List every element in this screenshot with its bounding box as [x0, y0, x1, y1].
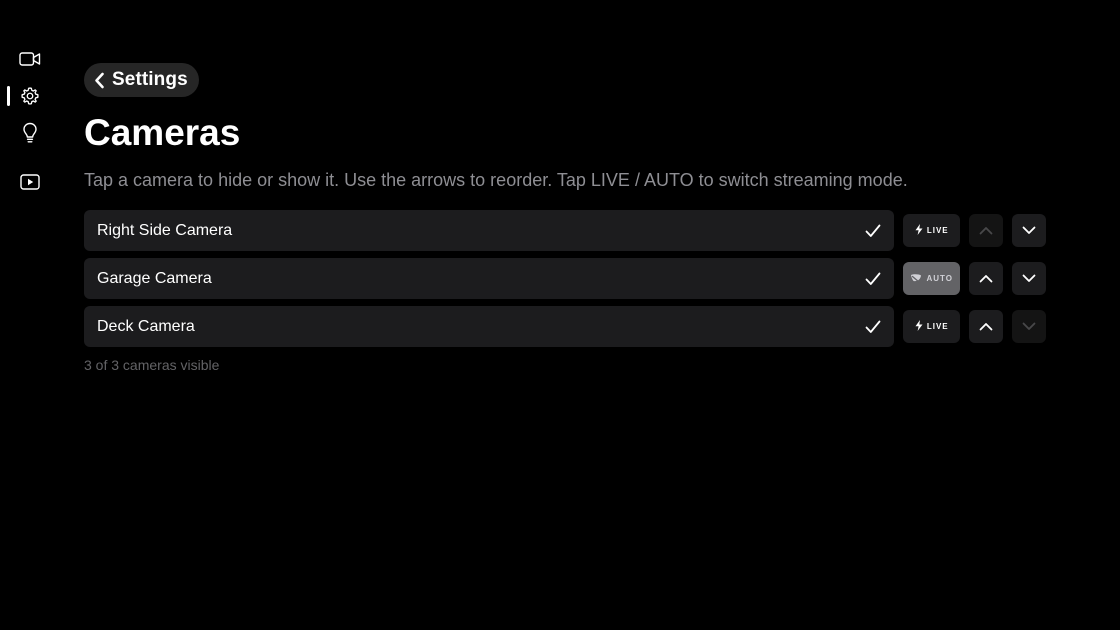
lightning-bolt-icon [915, 222, 923, 240]
stream-mode-button[interactable]: LIVE [903, 310, 961, 343]
leaf-icon [910, 270, 922, 288]
chevron-down-icon [1022, 318, 1036, 336]
sidebar-item-cameras[interactable] [16, 45, 44, 73]
move-down-button[interactable] [1012, 310, 1046, 343]
checkmark-icon [865, 272, 881, 286]
sidebar [0, 0, 60, 630]
stream-mode-button[interactable]: LIVE [903, 214, 961, 247]
camera-toggle-item[interactable]: Garage Camera [84, 258, 895, 299]
lightbulb-icon [22, 122, 38, 144]
move-down-button[interactable] [1012, 262, 1046, 295]
camera-name: Garage Camera [97, 269, 212, 287]
camera-row: Right Side Camera LIVE [84, 210, 1046, 251]
sidebar-item-settings[interactable] [16, 82, 44, 110]
camera-name: Right Side Camera [97, 221, 233, 239]
active-nav-indicator [7, 86, 10, 106]
stream-mode-label: LIVE [926, 226, 949, 235]
camera-toggle-item[interactable]: Deck Camera [84, 306, 895, 347]
move-up-button[interactable] [969, 214, 1004, 247]
move-up-button[interactable] [969, 262, 1004, 295]
stream-mode-label: LIVE [926, 322, 949, 331]
move-down-button[interactable] [1012, 214, 1046, 247]
sidebar-item-videos[interactable] [16, 168, 44, 196]
camera-name: Deck Camera [97, 317, 195, 335]
stream-mode-label: AUTO [926, 274, 953, 283]
back-button-label: Settings [112, 69, 188, 90]
visible-camera-count: 3 of 3 cameras visible [84, 357, 220, 373]
page-title: Cameras [84, 112, 241, 153]
chevron-up-icon [979, 318, 993, 336]
chevron-up-icon [979, 270, 993, 288]
stream-mode-button[interactable]: AUTO [903, 262, 961, 295]
video-camera-icon [19, 51, 41, 67]
camera-row: Garage Camera AUTO [84, 258, 1046, 299]
chevron-down-icon [1022, 270, 1036, 288]
lightning-bolt-icon [915, 318, 923, 336]
checkmark-icon [865, 320, 881, 334]
move-up-button[interactable] [969, 310, 1004, 343]
back-button[interactable]: Settings [84, 63, 199, 97]
chevron-left-icon [94, 72, 105, 89]
checkmark-icon [865, 224, 881, 238]
app-window: Settings Cameras Tap a camera to hide or… [0, 0, 1120, 630]
page-subtitle: Tap a camera to hide or show it. Use the… [84, 170, 908, 190]
gear-icon [20, 86, 40, 106]
sidebar-item-ideas[interactable] [16, 119, 44, 147]
camera-row: Deck Camera LIVE [84, 306, 1046, 347]
camera-toggle-item[interactable]: Right Side Camera [84, 210, 895, 251]
chevron-down-icon [1022, 222, 1036, 240]
play-video-icon [20, 174, 40, 190]
camera-list: Right Side Camera LIVE Garage Camera AUT… [84, 210, 1046, 347]
chevron-up-icon [979, 222, 993, 240]
main-content: Settings Cameras Tap a camera to hide or… [84, 63, 1046, 373]
